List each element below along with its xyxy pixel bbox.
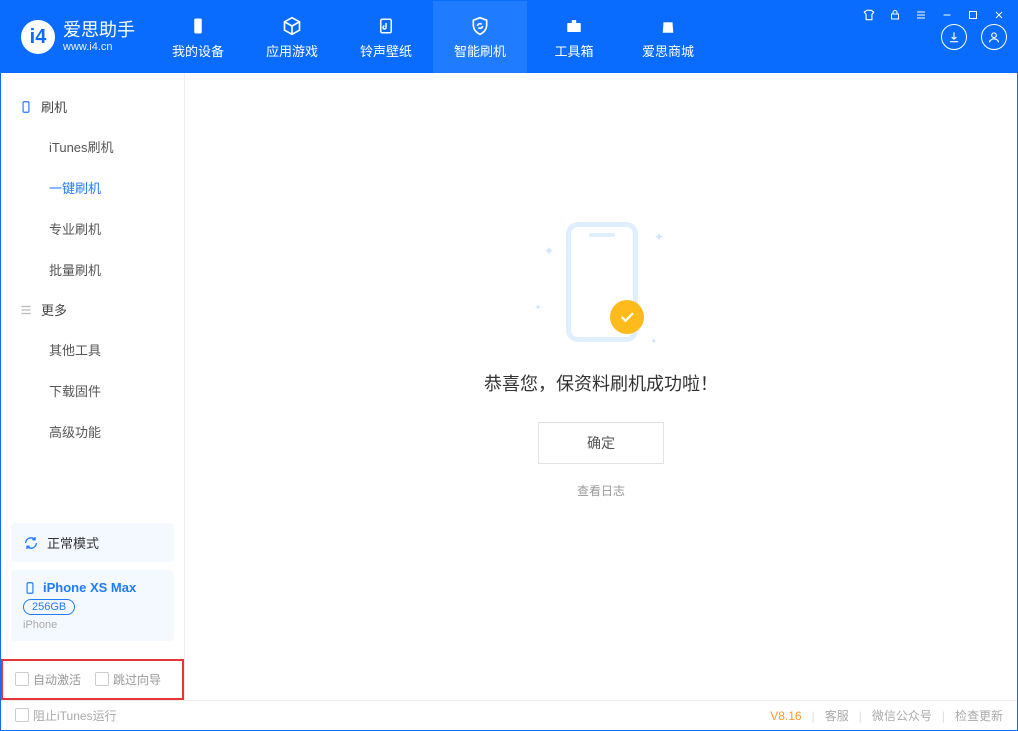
tab-label: 智能刷机 (454, 41, 506, 60)
sidebar-item-other-tools[interactable]: 其他工具 (1, 329, 184, 370)
lock-icon[interactable] (887, 7, 903, 23)
sidebar-group-more: 更多 (1, 290, 184, 329)
sidebar-item-pro-flash[interactable]: 专业刷机 (1, 208, 184, 249)
maximize-icon[interactable] (965, 7, 981, 23)
sparkle-icon: • (536, 300, 540, 314)
checkbox-label: 跳过向导 (113, 673, 161, 687)
tab-ringtone-wallpaper[interactable]: 铃声壁纸 (339, 1, 433, 73)
device-storage-badge: 256GB (23, 599, 75, 615)
success-message: 恭喜您，保资料刷机成功啦！ (484, 370, 718, 396)
checkbox-label: 自动激活 (33, 673, 81, 687)
tab-store[interactable]: 爱思商城 (621, 1, 715, 73)
tab-my-device[interactable]: 我的设备 (151, 1, 245, 73)
main-content: ✦ ✦ • • 恭喜您，保资料刷机成功啦！ 确定 查看日志 (185, 73, 1017, 700)
phone-outline-icon (19, 100, 33, 114)
tab-label: 应用游戏 (266, 41, 318, 60)
checkbox-skip-wizard[interactable]: 跳过向导 (95, 671, 161, 688)
mode-label: 正常模式 (47, 533, 99, 552)
music-file-icon (375, 15, 397, 37)
tab-label: 爱思商城 (642, 41, 694, 60)
version-label: V8.16 (770, 709, 801, 723)
window-controls (861, 7, 1007, 23)
options-row: 自动激活 跳过向导 (1, 659, 184, 700)
sidebar-group-label: 更多 (41, 300, 67, 319)
sidebar: 刷机 iTunes刷机 一键刷机 专业刷机 批量刷机 更多 其他工具 下载固件 … (1, 73, 185, 700)
checkbox-auto-activate[interactable]: 自动激活 (15, 671, 81, 688)
tab-smart-flash[interactable]: 智能刷机 (433, 1, 527, 73)
minimize-icon[interactable] (939, 7, 955, 23)
device-panel[interactable]: iPhone XS Max 256GB iPhone (11, 570, 174, 641)
app-logo: i4 爱思助手 www.i4.cn (1, 1, 151, 73)
checkbox-block-itunes[interactable]: 阻止iTunes运行 (15, 707, 117, 724)
device-phone-icon (23, 581, 37, 595)
list-icon (19, 303, 33, 317)
tab-apps-games[interactable]: 应用游戏 (245, 1, 339, 73)
sync-icon (23, 535, 39, 551)
sidebar-item-oneclick-flash[interactable]: 一键刷机 (1, 167, 184, 208)
sidebar-group-label: 刷机 (41, 97, 67, 116)
shield-sync-icon (469, 15, 491, 37)
app-name: 爱思助手 (63, 21, 135, 41)
tab-toolbox[interactable]: 工具箱 (527, 1, 621, 73)
tab-label: 我的设备 (172, 41, 224, 60)
sidebar-item-download-firmware[interactable]: 下载固件 (1, 370, 184, 411)
download-button[interactable] (941, 24, 967, 50)
sidebar-group-flash: 刷机 (1, 87, 184, 126)
sparkle-icon: • (652, 334, 656, 348)
sidebar-item-itunes-flash[interactable]: iTunes刷机 (1, 126, 184, 167)
device-type: iPhone (23, 619, 57, 631)
sparkle-icon: ✦ (544, 244, 554, 258)
view-log-link[interactable]: 查看日志 (577, 482, 625, 499)
tab-label: 铃声壁纸 (360, 41, 412, 60)
sidebar-item-batch-flash[interactable]: 批量刷机 (1, 249, 184, 290)
check-badge-icon (610, 300, 644, 334)
status-bar: 阻止iTunes运行 V8.16 | 客服 | 微信公众号 | 检查更新 (1, 700, 1017, 730)
shirt-icon[interactable] (861, 7, 877, 23)
title-bar: i4 爱思助手 www.i4.cn 我的设备 应用游戏 铃声壁纸 智能刷机 (1, 1, 1017, 73)
cube-icon (281, 15, 303, 37)
ok-button[interactable]: 确定 (538, 422, 664, 464)
footer-link-wechat[interactable]: 微信公众号 (872, 707, 932, 724)
user-button[interactable] (981, 24, 1007, 50)
close-icon[interactable] (991, 7, 1007, 23)
footer-link-update[interactable]: 检查更新 (955, 707, 1003, 724)
app-url: www.i4.cn (63, 41, 135, 53)
toolbox-icon (563, 15, 585, 37)
success-illustration: ✦ ✦ • • (526, 214, 676, 354)
sidebar-item-advanced[interactable]: 高级功能 (1, 411, 184, 452)
logo-icon: i4 (21, 20, 55, 54)
menu-icon[interactable] (913, 7, 929, 23)
bag-icon (657, 15, 679, 37)
sparkle-icon: ✦ (654, 230, 664, 244)
checkbox-label: 阻止iTunes运行 (33, 709, 117, 723)
mode-indicator[interactable]: 正常模式 (11, 523, 174, 562)
phone-icon (187, 15, 209, 37)
footer-link-service[interactable]: 客服 (825, 707, 849, 724)
device-name: iPhone XS Max (43, 580, 136, 595)
tab-label: 工具箱 (554, 41, 593, 60)
